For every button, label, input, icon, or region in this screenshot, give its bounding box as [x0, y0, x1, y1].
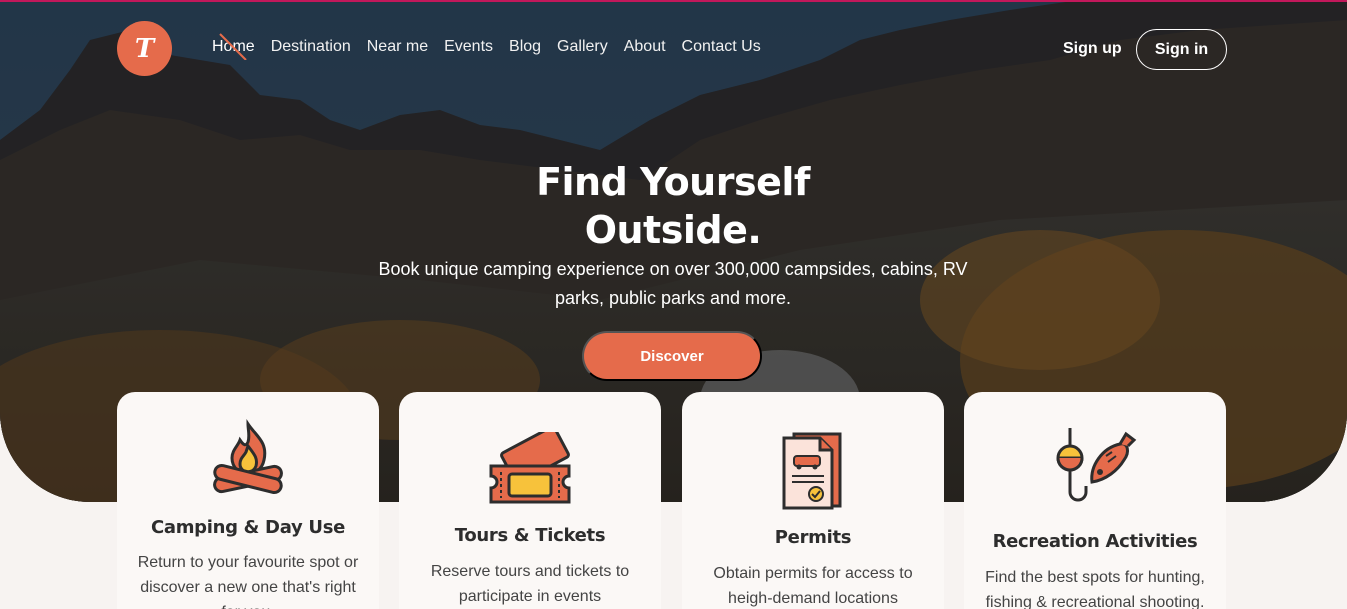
logo[interactable]: T: [117, 21, 172, 76]
card-text: Obtain permits for access to heigh-deman…: [713, 565, 913, 607]
nav-item-about[interactable]: About: [624, 38, 666, 56]
card-title: Permits: [774, 527, 852, 548]
nav-item-gallery[interactable]: Gallery: [557, 38, 608, 56]
discover-button[interactable]: Discover: [582, 331, 762, 381]
card-permits[interactable]: Permits Obtain permits for access to hei…: [682, 392, 944, 609]
nav-item-contact-us[interactable]: Contact Us: [682, 38, 761, 56]
card-camping[interactable]: Camping & Day Use Return to your favouri…: [117, 392, 379, 609]
card-recreation[interactable]: Recreation Activities Find the best spot…: [964, 392, 1226, 609]
hero-subtitle: Book unique camping experience on over 3…: [378, 259, 968, 308]
fishing-icon: [1056, 428, 1137, 502]
signup-link[interactable]: Sign up: [1063, 40, 1122, 58]
nav-item-home[interactable]: Home: [212, 38, 255, 56]
nav-item-destination[interactable]: Destination: [271, 38, 351, 56]
nav-item-events[interactable]: Events: [444, 38, 493, 56]
card-title: Camping & Day Use: [150, 517, 346, 538]
tickets-icon: [489, 432, 571, 504]
logo-letter: T: [134, 33, 155, 64]
signin-button[interactable]: Sign in: [1136, 29, 1227, 70]
campfire-icon: [213, 419, 283, 495]
permit-document-icon: [782, 432, 842, 510]
hero-title: Find Yourself Outside.: [536, 160, 810, 252]
main-nav: Home Destination Near me Events Blog Gal…: [212, 38, 761, 56]
top-accent-line: [0, 0, 1347, 2]
card-text: Return to your favourite spot or discove…: [137, 554, 359, 609]
nav-item-near-me[interactable]: Near me: [367, 38, 428, 56]
card-text: Reserve tours and tickets to participate…: [430, 563, 630, 605]
card-text: Find the best spots for hunting, fishing…: [985, 569, 1205, 609]
card-title: Tours & Tickets: [454, 525, 606, 546]
card-tours[interactable]: Tours & Tickets Reserve tours and ticket…: [399, 392, 661, 609]
card-title: Recreation Activities: [992, 531, 1198, 552]
nav-item-blog[interactable]: Blog: [509, 38, 541, 56]
